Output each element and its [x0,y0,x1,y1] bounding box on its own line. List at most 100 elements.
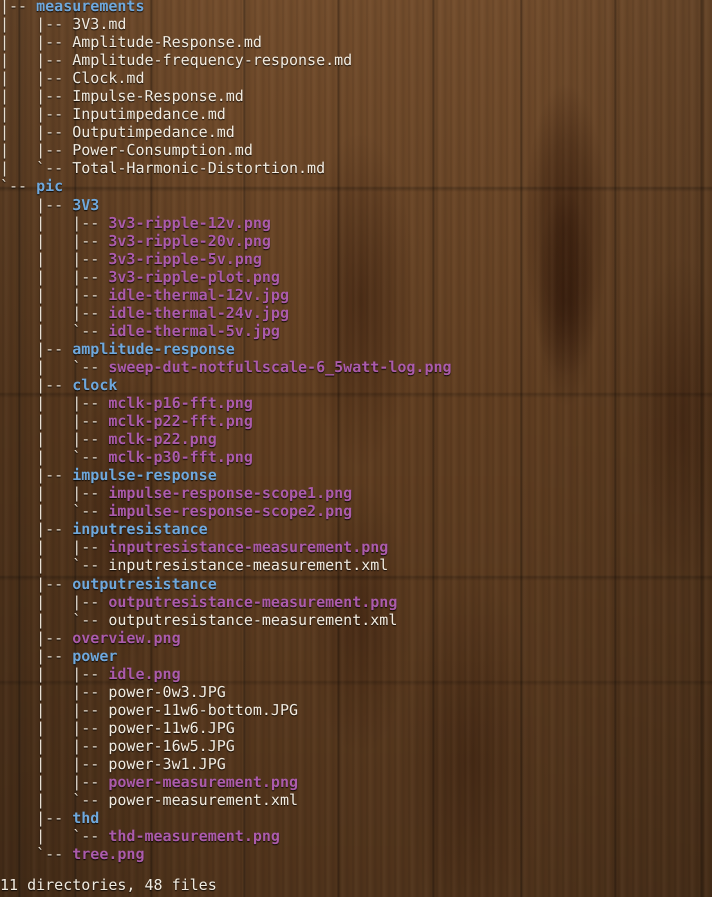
tree-line: | `-- thd-measurement.png [0,827,452,845]
tree-line: | |-- Impulse-Response.md [0,87,452,105]
tree-file-name: thd-measurement.png [108,827,280,846]
tree-file-name: overview.png [72,628,181,647]
tree-branch-glyph: | |-- [0,592,109,611]
tree-branch-glyph: | |-- [0,736,109,755]
tree-directory-name: thd [72,809,100,828]
tree-branch-glyph: | |-- [0,303,109,322]
tree-branch-glyph: | |-- [0,87,73,106]
tree-line: | |-- idle-thermal-24v.jpg [0,304,452,322]
tree-file-name: idle.png [108,664,181,683]
tree-branch-glyph: | |-- [0,700,109,719]
tree-branch-glyph: |-- [0,809,73,828]
tree-line: | |-- power-measurement.png [0,773,452,791]
tree-branch-glyph: | `-- [0,321,109,340]
tree-line: | |-- mclk-p22-fft.png [0,412,452,430]
tree-branch-glyph: | `-- [0,357,109,376]
tree-directory-name: power [72,646,118,665]
tree-line: |-- 3V3 [0,196,452,214]
tree-line: | |-- Amplitude-Response.md [0,33,452,51]
tree-branch-glyph: | |-- [0,51,73,70]
tree-branch-glyph: `-- [0,845,73,864]
tree-line: | |-- outputresistance-measurement.png [0,593,452,611]
tree-branch-glyph: | |-- [0,412,109,431]
tree-directory-name: amplitude-response [72,339,235,358]
tree-file-name: power-3w1.JPG [108,754,226,773]
tree-file-name: power-11w6.JPG [108,718,235,737]
tree-file-name: power-0w3.JPG [108,682,226,701]
tree-output: |-- measurements | |-- 3V3.md | |-- Amplit… [0,0,452,863]
tree-file-name: impulse-response-scope2.png [108,502,353,521]
tree-line: | |-- power-11w6.JPG [0,719,452,737]
tree-line: | |-- 3V3.md [0,15,452,33]
tree-file-name: 3v3-ripple-12v.png [108,213,271,232]
tree-directory-name: pic [36,177,64,196]
tree-branch-glyph: | |-- [0,285,109,304]
tree-line: |-- outputresistance [0,575,452,593]
tree-file-name: outputresistance-measurement.xml [108,610,398,629]
tree-branch-glyph: | |-- [0,430,109,449]
tree-directory-name: impulse-response [72,466,217,485]
tree-file-name: 3v3-ripple-plot.png [108,267,280,286]
tree-line: |-- measurements [0,0,452,15]
tree-file-name: idle-thermal-24v.jpg [108,303,289,322]
tree-line: | |-- Clock.md [0,69,452,87]
tree-branch-glyph: | `-- [0,556,109,575]
tree-branch-glyph: | `-- [0,827,109,846]
tree-file-name: 3v3-ripple-5v.png [108,249,262,268]
tree-file-name: mclk-p22-fft.png [108,412,253,431]
tree-line: | |-- 3v3-ripple-plot.png [0,268,452,286]
tree-branch-glyph: | |-- [0,718,109,737]
tree-branch-glyph: |-- [0,466,73,485]
tree-file-name: Total-Harmonic-Distortion.md [72,159,326,178]
tree-line: | |-- Amplitude-frequency-response.md [0,51,452,69]
tree-branch-glyph: | |-- [0,394,109,413]
tree-file-name: impulse-response-scope1.png [108,484,353,503]
tree-summary: 11 directories, 48 files [0,876,217,894]
tree-line: |-- impulse-response [0,466,452,484]
tree-branch-glyph: | |-- [0,249,109,268]
tree-line: `-- tree.png [0,845,452,863]
tree-file-name: power-11w6-bottom.JPG [108,700,299,719]
tree-file-name: outputresistance-measurement.png [108,592,398,611]
tree-line: | |-- Power-Consumption.md [0,141,452,159]
tree-directory-name: inputresistance [72,520,208,539]
tree-line: |-- amplitude-response [0,340,452,358]
tree-branch-glyph: |-- [0,195,73,214]
tree-branch-glyph: |-- [0,574,73,593]
tree-directory-name: outputresistance [72,574,217,593]
tree-file-name: idle-thermal-5v.jpg [108,321,280,340]
tree-branch-glyph: |-- [0,375,73,394]
tree-file-name: mclk-p22.png [108,430,217,449]
tree-branch-glyph: |-- [0,520,73,539]
tree-directory-name: 3V3 [72,195,100,214]
tree-line: | |-- inputresistance-measurement.png [0,538,452,556]
tree-file-name: 3v3-ripple-20v.png [108,231,271,250]
tree-line: |-- overview.png [0,629,452,647]
tree-directory-name: clock [72,375,118,394]
tree-line: | |-- power-0w3.JPG [0,683,452,701]
tree-file-name: mclk-p16-fft.png [108,394,253,413]
tree-branch-glyph: | `-- [0,448,109,467]
tree-directory-name: measurements [36,0,145,15]
tree-file-name: power-16w5.JPG [108,736,235,755]
tree-branch-glyph: | |-- [0,105,73,124]
tree-branch-glyph: | `-- [0,159,73,178]
tree-line: | `-- power-measurement.xml [0,791,452,809]
tree-branch-glyph: | |-- [0,33,73,52]
tree-line: | |-- 3v3-ripple-20v.png [0,232,452,250]
terminal-window[interactable]: |-- measurements | |-- 3V3.md | |-- Amplit… [0,0,712,897]
tree-line: | `-- sweep-dut-notfullscale-6_5watt-log… [0,357,451,376]
tree-file-name: Amplitude-Response.md [72,33,262,52]
tree-line: | |-- power-3w1.JPG [0,755,452,773]
tree-branch-glyph: | |-- [0,15,73,34]
tree-file-name: idle-thermal-12v.jpg [108,285,289,304]
tree-file-name: tree.png [72,845,145,864]
tree-file-name: Clock.md [72,69,145,88]
tree-file-name: mclk-p30-fft.png [108,448,253,467]
tree-branch-glyph: | |-- [0,123,73,142]
tree-branch-glyph: |-- [0,646,73,665]
tree-file-name: power-measurement.png [108,773,299,792]
tree-branch-glyph: |-- [0,0,37,15]
tree-line: |-- clock [0,376,452,394]
tree-line: | |-- 3v3-ripple-5v.png [0,250,452,268]
